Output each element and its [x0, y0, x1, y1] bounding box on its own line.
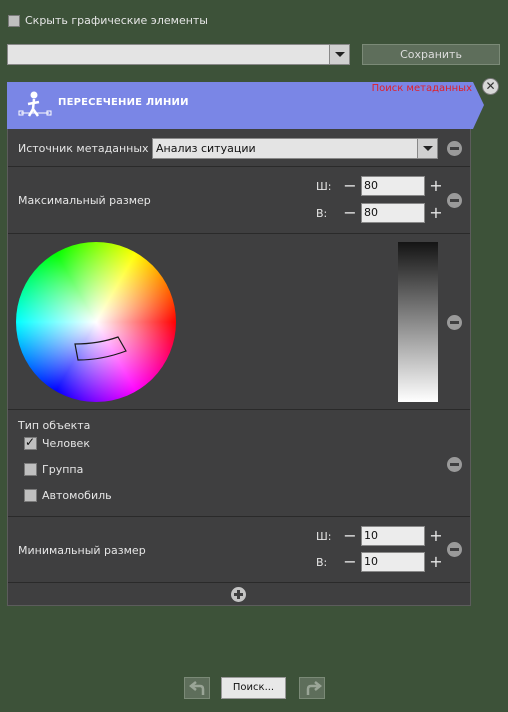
max-width-increment[interactable]: + [428, 178, 444, 194]
undo-arrow-icon [189, 681, 205, 695]
search-button[interactable]: Поиск... [221, 677, 286, 699]
min-width-increment[interactable]: + [428, 528, 444, 544]
max-width-row: Ш: − 80 + [316, 176, 444, 196]
save-button[interactable]: Сохранить [362, 44, 500, 65]
max-size-label: Максимальный размер [18, 194, 151, 207]
chevron-down-icon[interactable] [417, 139, 437, 158]
min-width-decrement[interactable]: − [342, 528, 358, 544]
brightness-gradient-icon[interactable] [398, 242, 438, 402]
object-type-option[interactable]: Автомобиль [24, 489, 112, 502]
source-value: Анализ ситуации [156, 142, 256, 155]
panel-title: ПЕРЕСЕЧЕНИЕ ЛИНИИ [58, 97, 189, 108]
color-wheel-icon[interactable] [16, 242, 176, 402]
min-height-label: В: [316, 555, 328, 569]
forward-button[interactable] [299, 677, 325, 699]
min-width-row: Ш: − 10 + [316, 526, 444, 546]
remove-min-size-button[interactable] [447, 542, 462, 557]
preset-select[interactable] [7, 44, 350, 65]
max-width-decrement[interactable]: − [342, 178, 358, 194]
close-icon[interactable]: ✕ [482, 78, 499, 95]
panel-header: ПЕРЕСЕЧЕНИЕ ЛИНИИ Поиск метаданных [7, 82, 484, 129]
min-width-input[interactable]: 10 [361, 526, 425, 546]
min-height-row: В: − 10 + [316, 552, 444, 572]
max-height-input[interactable]: 80 [361, 203, 425, 223]
object-type-option[interactable]: Человек [24, 435, 90, 450]
vehicle-label: Автомобиль [42, 489, 112, 502]
chevron-down-icon[interactable] [329, 45, 349, 64]
source-select[interactable]: Анализ ситуации [152, 138, 438, 159]
hide-graphics-checkbox[interactable] [8, 14, 20, 27]
metadata-search-label: Поиск метаданных [371, 83, 472, 94]
object-type-label: Тип объекта [18, 419, 91, 432]
object-type-option[interactable]: Группа [24, 463, 83, 476]
redo-arrow-icon [306, 681, 322, 695]
max-height-increment[interactable]: + [428, 205, 444, 221]
person-checkbox[interactable] [24, 435, 37, 450]
remove-source-button[interactable] [447, 141, 462, 156]
max-width-input[interactable]: 80 [361, 176, 425, 196]
add-filter-icon[interactable] [231, 587, 246, 602]
hide-graphics-toggle[interactable]: Скрыть графические элементы [8, 14, 208, 27]
remove-max-size-button[interactable] [447, 193, 462, 208]
color-selection-marker[interactable] [72, 336, 128, 364]
person-label: Человек [42, 437, 90, 450]
back-button[interactable] [184, 677, 210, 699]
max-height-decrement[interactable]: − [342, 205, 358, 221]
group-checkbox[interactable] [24, 463, 37, 476]
min-size-label: Минимальный размер [18, 544, 146, 557]
group-label: Группа [42, 463, 84, 476]
hide-graphics-label: Скрыть графические элементы [25, 14, 208, 27]
min-width-label: Ш: [316, 529, 332, 543]
remove-object-type-button[interactable] [447, 457, 462, 472]
vehicle-checkbox[interactable] [24, 489, 37, 502]
max-width-label: Ш: [316, 179, 332, 193]
max-height-row: В: − 80 + [316, 203, 444, 223]
max-height-label: В: [316, 206, 328, 220]
remove-color-button[interactable] [447, 315, 462, 330]
min-height-input[interactable]: 10 [361, 552, 425, 572]
min-height-increment[interactable]: + [428, 554, 444, 570]
source-label: Источник метаданных [18, 142, 149, 155]
min-height-decrement[interactable]: − [342, 554, 358, 570]
